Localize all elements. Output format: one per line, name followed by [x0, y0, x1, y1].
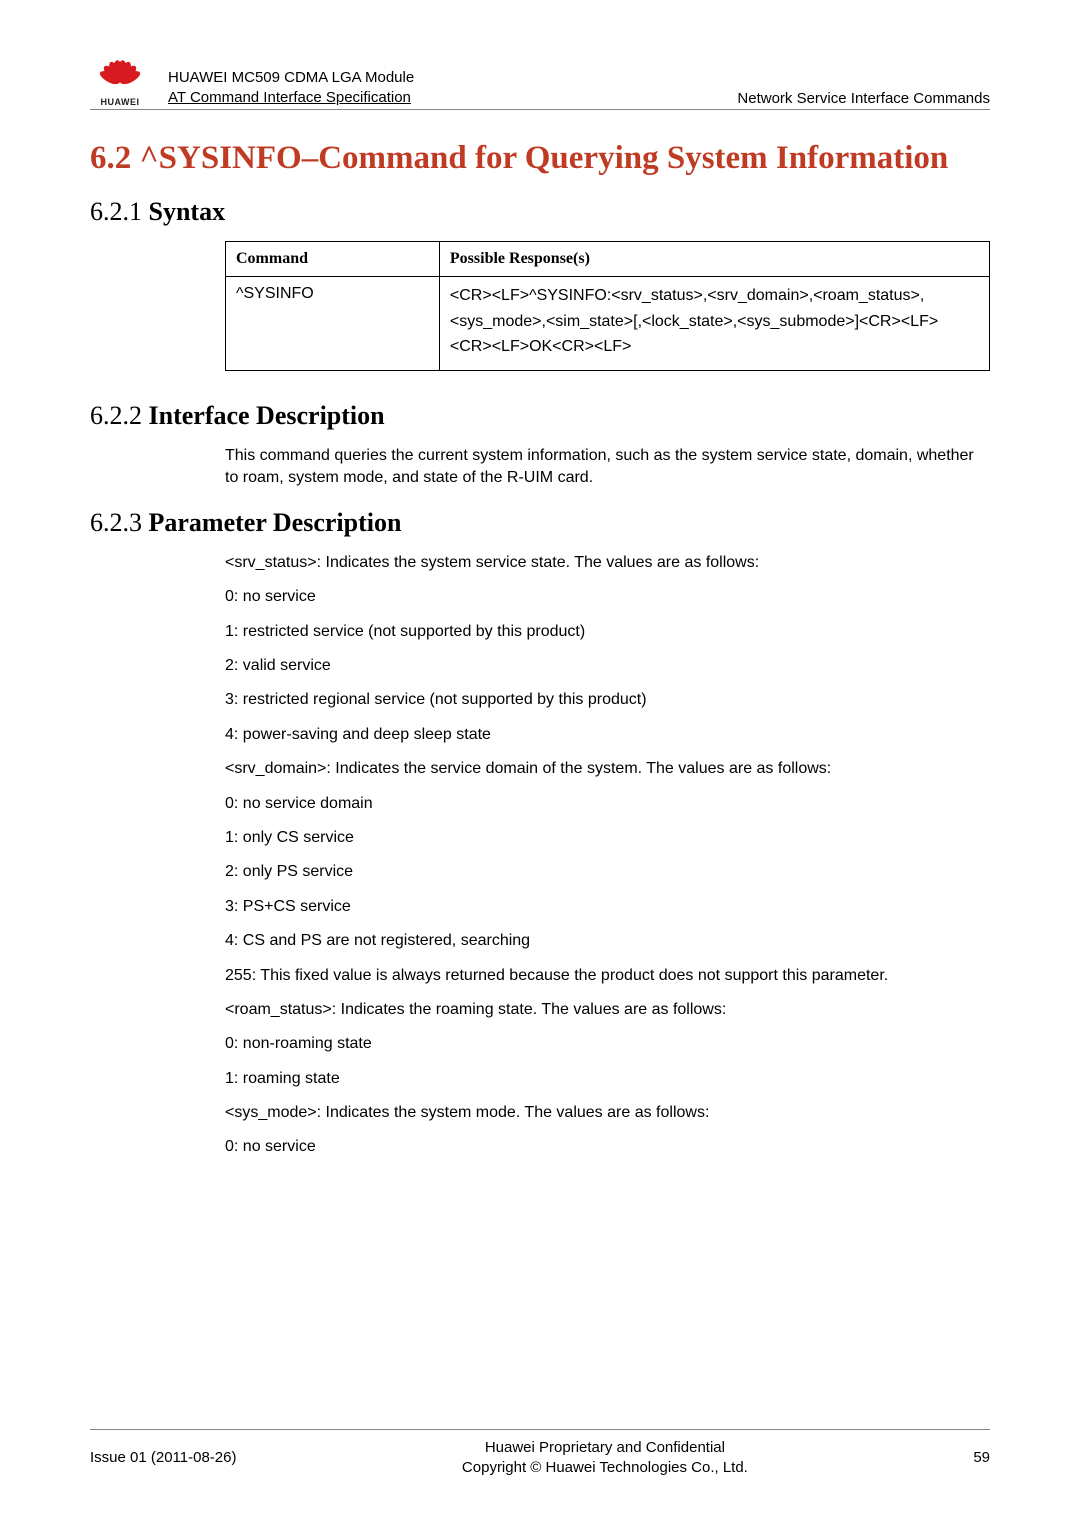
- page-header: HUAWEI HUAWEI MC509 CDMA LGA Module AT C…: [90, 60, 990, 110]
- response-cell: <CR><LF>^SYSINFO:<srv_status>,<srv_domai…: [439, 277, 989, 371]
- param-line: 0: no service: [225, 586, 990, 608]
- param-line: 0: no service: [225, 1136, 990, 1158]
- param-line: <srv_domain>: Indicates the service doma…: [225, 758, 990, 780]
- footer-copyright: Copyright © Huawei Technologies Co., Ltd…: [236, 1458, 973, 1478]
- header-line2: AT Command Interface Specification: [168, 88, 737, 108]
- footer-issue: Issue 01 (2011-08-26): [90, 1449, 236, 1466]
- param-line: <srv_status>: Indicates the system servi…: [225, 552, 990, 574]
- param-line: <roam_status>: Indicates the roaming sta…: [225, 999, 990, 1021]
- param-line: 1: only CS service: [225, 827, 990, 849]
- footer-center: Huawei Proprietary and Confidential Copy…: [236, 1438, 973, 1477]
- param-line: 0: no service domain: [225, 793, 990, 815]
- header-line1: HUAWEI MC509 CDMA LGA Module: [168, 68, 737, 88]
- subsection-num: 6.2.3: [90, 508, 149, 537]
- subsection-label: Syntax: [149, 197, 226, 226]
- page-footer: Issue 01 (2011-08-26) Huawei Proprietary…: [90, 1429, 990, 1477]
- interface-text: This command queries the current system …: [225, 445, 990, 490]
- footer-page-number: 59: [973, 1449, 990, 1466]
- parameter-block: <srv_status>: Indicates the system servi…: [225, 552, 990, 1159]
- cmd-cell: ^SYSINFO: [226, 277, 440, 371]
- footer-proprietary: Huawei Proprietary and Confidential: [236, 1438, 973, 1458]
- param-line: 1: roaming state: [225, 1068, 990, 1090]
- param-line: 1: restricted service (not supported by …: [225, 621, 990, 643]
- subsection-interface: 6.2.2 Interface Description: [90, 401, 990, 431]
- command-table: Command Possible Response(s) ^SYSINFO <C…: [225, 241, 990, 371]
- logo-text: HUAWEI: [101, 97, 140, 107]
- subsection-label: Interface Description: [149, 401, 385, 430]
- th-command: Command: [226, 242, 440, 277]
- param-line: <sys_mode>: Indicates the system mode. T…: [225, 1102, 990, 1124]
- param-line: 4: CS and PS are not registered, searchi…: [225, 930, 990, 952]
- subsection-label: Parameter Description: [149, 508, 402, 537]
- resp-line-1: <CR><LF>^SYSINFO:<srv_status>,<srv_domai…: [450, 285, 979, 307]
- resp-line-2: <sys_mode>,<sim_state>[,<lock_state>,<sy…: [450, 311, 979, 333]
- logo-icon: [98, 60, 142, 96]
- subsection-parameter: 6.2.3 Parameter Description: [90, 508, 990, 538]
- subsection-syntax: 6.2.1 Syntax: [90, 197, 990, 227]
- param-line: 2: only PS service: [225, 861, 990, 883]
- subsection-num: 6.2.1: [90, 197, 149, 226]
- interface-block: This command queries the current system …: [225, 445, 990, 490]
- header-doc-title: HUAWEI MC509 CDMA LGA Module AT Command …: [168, 68, 737, 107]
- param-line: 4: power-saving and deep sleep state: [225, 724, 990, 746]
- param-line: 2: valid service: [225, 655, 990, 677]
- syntax-block: Command Possible Response(s) ^SYSINFO <C…: [225, 241, 990, 371]
- th-response: Possible Response(s): [439, 242, 989, 277]
- param-line: 3: PS+CS service: [225, 896, 990, 918]
- resp-line-3: <CR><LF>OK<CR><LF>: [450, 336, 979, 358]
- header-chapter: Network Service Interface Commands: [737, 90, 990, 107]
- param-line: 0: non-roaming state: [225, 1033, 990, 1055]
- param-line: 255: This fixed value is always returned…: [225, 965, 990, 987]
- param-line: 3: restricted regional service (not supp…: [225, 689, 990, 711]
- huawei-logo: HUAWEI: [90, 60, 150, 107]
- subsection-num: 6.2.2: [90, 401, 149, 430]
- section-title: 6.2 ^SYSINFO–Command for Querying System…: [90, 138, 990, 179]
